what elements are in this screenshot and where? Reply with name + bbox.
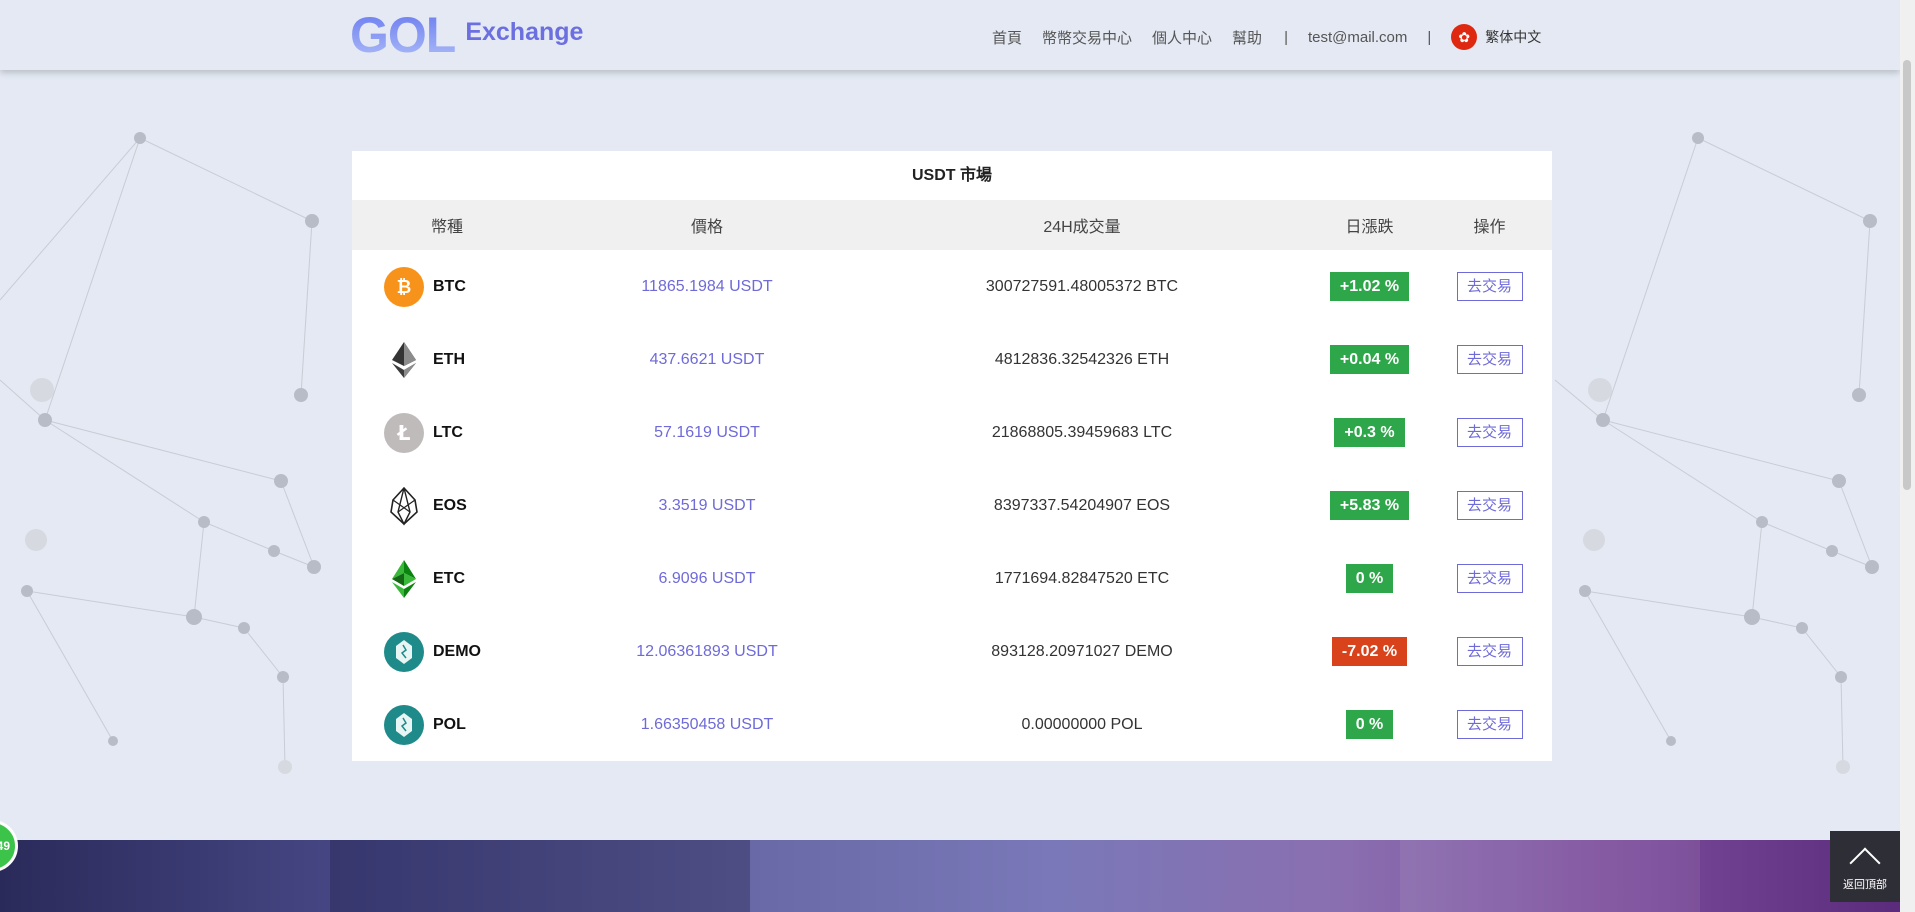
coin-price: 6.9096 USDT — [658, 569, 756, 587]
trade-button-ltc[interactable]: 去交易 — [1456, 418, 1523, 447]
ethereum-classic-icon — [384, 558, 424, 599]
header-change: 日漲跌 — [1345, 219, 1394, 236]
banner-shade — [1400, 840, 1700, 912]
table-row: DEMO 12.06361893 USDT 893128.20971027 DE… — [352, 615, 1552, 688]
floating-badge-text: 49 — [0, 839, 10, 853]
change-badge: 0 % — [1345, 564, 1394, 593]
nav-user-center[interactable]: 個人中心 — [1152, 27, 1212, 48]
nav-help[interactable]: 幫助 — [1232, 27, 1262, 48]
change-badge: +1.02 % — [1329, 272, 1410, 301]
coin-name: LTC — [433, 423, 463, 441]
demo-coin-icon — [384, 631, 424, 672]
coin-name: ETH — [433, 350, 465, 368]
coin-name: BTC — [433, 277, 466, 295]
coin-price: 437.6621 USDT — [649, 350, 765, 368]
market-title: USDT 市場 — [911, 167, 992, 184]
pol-coin-icon — [384, 704, 424, 745]
nav-separator: | — [1284, 28, 1288, 46]
coin-price: 57.1619 USDT — [654, 423, 760, 441]
nav-trading-center[interactable]: 幣幣交易中心 — [1042, 27, 1132, 48]
table-row: ETH 437.6621 USDT 4812836.32542326 ETH +… — [352, 323, 1552, 396]
coin-name: DEMO — [433, 642, 481, 660]
table-row: ETC 6.9096 USDT 1771694.82847520 ETC 0 %… — [352, 542, 1552, 615]
header-volume: 24H成交量 — [1043, 219, 1121, 236]
coin-volume: 300727591.48005372 BTC — [985, 277, 1179, 295]
back-to-top-button[interactable]: 返回頂部 — [1830, 831, 1900, 902]
coin-volume: 8397337.54204907 EOS — [993, 496, 1171, 514]
header-price: 價格 — [690, 219, 723, 236]
chevron-up-icon — [1849, 846, 1881, 879]
coin-price: 3.3519 USDT — [658, 496, 756, 514]
coin-volume: 21868805.39459683 LTC — [991, 423, 1173, 441]
trade-button-eos[interactable]: 去交易 — [1456, 491, 1523, 520]
coin-volume: 0.00000000 POL — [1021, 715, 1143, 733]
table-header: 幣種 價格 24H成交量 日漲跌 操作 — [352, 200, 1552, 250]
change-badge: +0.04 % — [1329, 345, 1410, 374]
change-badge: 0 % — [1345, 710, 1394, 739]
coin-name: POL — [433, 715, 466, 733]
table-row: POL 1.66350458 USDT 0.00000000 POL 0 % 去… — [352, 688, 1552, 761]
trade-button-etc[interactable]: 去交易 — [1456, 564, 1523, 593]
ethereum-icon — [384, 339, 424, 380]
hong-kong-flag-icon: ✿ — [1451, 24, 1478, 50]
change-badge: +0.3 % — [1334, 418, 1405, 447]
nav-home[interactable]: 首頁 — [992, 27, 1022, 48]
coin-price: 1.66350458 USDT — [640, 715, 774, 733]
coin-price: 12.06361893 USDT — [636, 642, 778, 660]
table-row: Ł LTC 57.1619 USDT 21868805.39459683 LTC… — [352, 396, 1552, 469]
coin-price: 11865.1984 USDT — [641, 277, 773, 295]
site-logo[interactable]: GOL Exchange — [350, 7, 584, 63]
logo-main-text: GOL — [350, 7, 456, 63]
main-nav: 首頁 幣幣交易中心 個人中心 幫助 | test@mail.com | ✿ 繁体… — [992, 24, 1541, 50]
svg-text:Ł: Ł — [397, 421, 411, 445]
litecoin-icon: Ł — [384, 412, 424, 453]
change-badge: +5.83 % — [1329, 491, 1410, 520]
trade-button-eth[interactable]: 去交易 — [1456, 345, 1523, 374]
coin-volume: 893128.20971027 DEMO — [991, 642, 1173, 660]
user-email-link[interactable]: test@mail.com — [1308, 29, 1407, 46]
bottom-banner-image — [0, 840, 1915, 912]
language-switcher[interactable]: ✿ 繁体中文 — [1451, 24, 1541, 50]
change-badge: -7.02 % — [1331, 637, 1408, 666]
scrollbar-thumb[interactable] — [1903, 60, 1911, 490]
page-scrollbar[interactable] — [1900, 0, 1915, 912]
coin-volume: 1771694.82847520 ETC — [994, 569, 1170, 587]
bitcoin-icon: ₿ — [384, 266, 424, 307]
svg-text:₿: ₿ — [397, 277, 412, 298]
nav-separator: | — [1427, 28, 1432, 46]
usdt-market-panel: USDT 市場 幣種 價格 24H成交量 日漲跌 操作 ₿ BTC 11865.… — [352, 151, 1552, 761]
table-row: EOS 3.3519 USDT 8397337.54204907 EOS +5.… — [352, 469, 1552, 542]
table-row: ₿ BTC 11865.1984 USDT 300727591.48005372… — [352, 250, 1552, 323]
header-action: 操作 — [1473, 219, 1506, 236]
top-header: GOL Exchange 首頁 幣幣交易中心 個人中心 幫助 | test@ma… — [0, 0, 1900, 70]
trade-button-pol[interactable]: 去交易 — [1456, 710, 1523, 739]
trade-button-demo[interactable]: 去交易 — [1456, 637, 1523, 666]
trade-button-btc[interactable]: 去交易 — [1456, 272, 1523, 301]
logo-sub-text: Exchange — [465, 17, 584, 46]
coin-volume: 4812836.32542326 ETH — [994, 350, 1170, 368]
language-label: 繁体中文 — [1485, 29, 1542, 45]
header-coin: 幣種 — [430, 219, 463, 236]
banner-shade — [330, 840, 750, 912]
coin-name: ETC — [433, 569, 465, 587]
coin-name: EOS — [433, 496, 467, 514]
eos-icon — [384, 485, 424, 526]
